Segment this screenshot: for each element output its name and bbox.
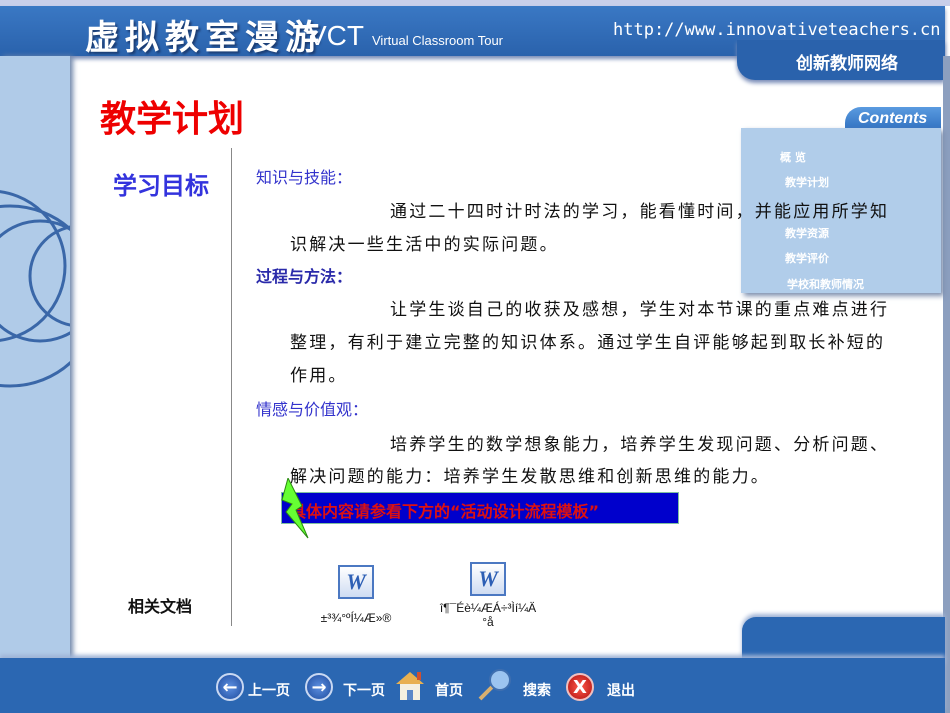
prev-button[interactable]: 上一页: [248, 680, 290, 700]
text-line: 作用。: [290, 366, 348, 386]
next-button[interactable]: 下一页: [343, 680, 385, 700]
site-url[interactable]: http://www.innovativeteachers.cn: [613, 20, 941, 40]
heading-emotion: 情感与价值观：: [256, 400, 369, 419]
text-line: 识解决一些生活中的实际问题。: [290, 235, 559, 255]
text-line: 整理，有利于建立完整的知识体系。通过学生自评能够起到取长补短的: [290, 333, 886, 353]
contents-label: Contents: [858, 110, 928, 127]
heading-process: 过程与方法：: [256, 267, 353, 286]
nav-evaluation[interactable]: 教学评价: [785, 250, 829, 266]
logo-title: 虚拟教室漫游: [85, 18, 325, 58]
heading-knowledge: 知识与技能：: [256, 168, 353, 187]
left-decor-strip: [0, 56, 70, 661]
nav-overview[interactable]: 概 览: [780, 149, 806, 165]
lightning-icon: [281, 478, 309, 539]
site-name: 创新教师网络: [796, 54, 898, 74]
search-button[interactable]: 搜索: [523, 680, 551, 700]
text-line: 解决问题的能力：培养学生发散思维和创新思维的能力。: [290, 467, 770, 487]
logo-vct: VCT: [308, 20, 364, 51]
related-docs-label: 相关文档: [128, 597, 193, 616]
next-arrow-icon[interactable]: →: [305, 673, 333, 701]
page-title: 教学计划: [100, 99, 245, 140]
doc-name[interactable]: î¶¯Éè¼ÆÁ÷³Ìí¼Ä: [420, 601, 556, 615]
text-line: 通过二十四时计时法的学习，能看懂时间，并能应用所学知: [390, 202, 890, 222]
circles-decor-icon: [0, 190, 70, 388]
doc-name[interactable]: ±³¾°ºÍ¼Æ»®: [300, 611, 412, 625]
text-line: 让学生谈自己的收获及感想，学生对本节课的重点难点进行: [390, 300, 890, 320]
home-button[interactable]: 首页: [435, 680, 463, 700]
home-icon[interactable]: [393, 668, 427, 702]
right-edge: [943, 56, 950, 713]
callout-text: 具体内容请参看下方的“活动设计流程模板”: [290, 502, 600, 521]
nav-school-teacher[interactable]: 学校和教师情况: [787, 276, 864, 292]
exit-button[interactable]: 退出: [607, 680, 635, 700]
logo-subtitle: Virtual Classroom Tour: [372, 33, 504, 48]
word-doc-icon[interactable]: W: [338, 565, 374, 599]
text-line: 培养学生的数学想象能力，培养学生发现问题、分析问题、: [390, 435, 890, 455]
word-doc-icon[interactable]: W: [470, 562, 506, 596]
prev-arrow-icon[interactable]: ←: [216, 673, 244, 701]
nav-resources[interactable]: 教学资源: [785, 225, 829, 241]
section-title: 学习目标: [113, 172, 209, 200]
doc-name-cont[interactable]: °å: [420, 615, 556, 629]
footer-bar: [0, 658, 945, 713]
nav-teaching-plan[interactable]: 教学计划: [785, 174, 829, 190]
search-icon[interactable]: [476, 667, 514, 703]
column-divider: [231, 148, 232, 626]
close-icon[interactable]: X: [566, 673, 594, 701]
